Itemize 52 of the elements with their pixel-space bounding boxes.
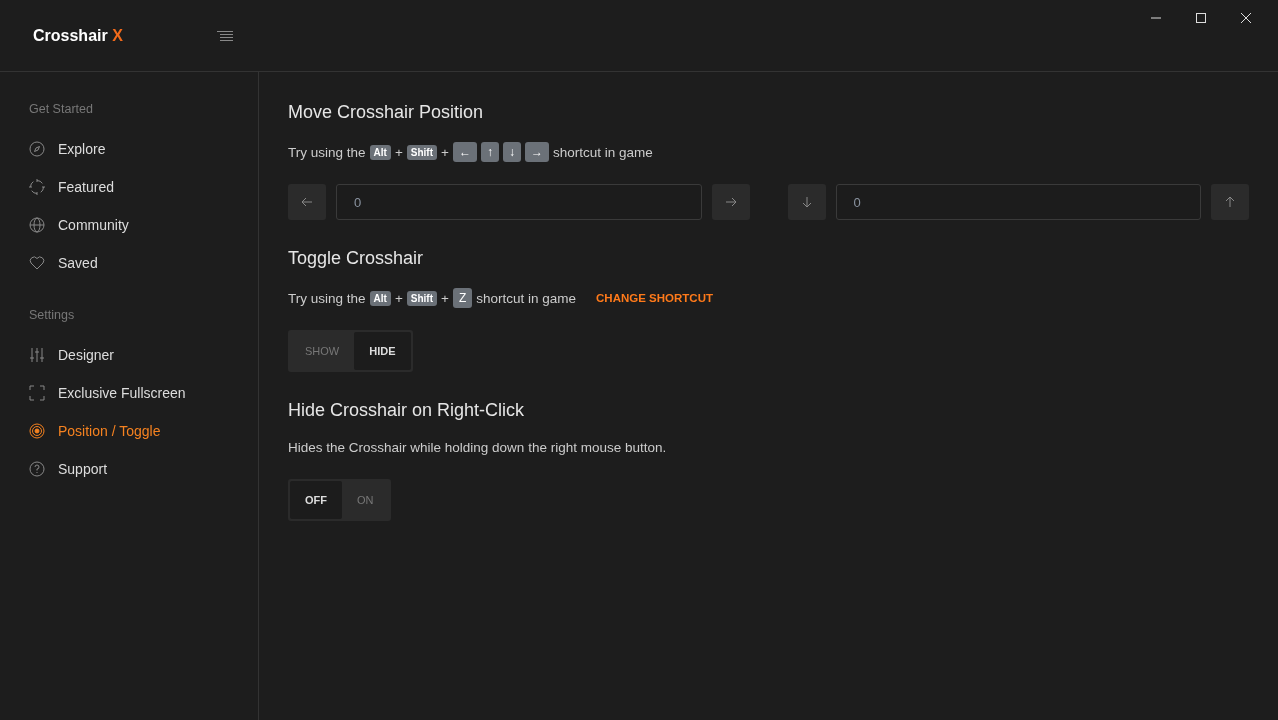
y-position-field[interactable]: 0: [835, 184, 1201, 220]
x-position-field[interactable]: 0: [336, 184, 702, 220]
sidebar-item[interactable]: Support: [0, 450, 258, 488]
arrow-down-icon: [800, 196, 813, 208]
help-icon: [29, 461, 45, 477]
frame-icon: [29, 385, 45, 401]
sidebar-item[interactable]: Community: [0, 206, 258, 244]
keyboard-key: ↑: [480, 142, 499, 162]
sidebar-item[interactable]: Position / Toggle: [0, 412, 258, 450]
description-text: Hides the Crosshair while holding down the right mouse button.: [288, 440, 668, 455]
keyboard-key: →: [524, 142, 549, 162]
hint-text: shortcut in game: [476, 290, 577, 306]
section-title: Toggle Crosshair: [288, 248, 425, 269]
globe-icon: [29, 217, 45, 233]
arrow-left-icon: [301, 196, 313, 208]
hint-text: +: [394, 290, 403, 306]
target-icon: [29, 423, 45, 439]
sidebar-item[interactable]: Designer: [0, 336, 258, 374]
close-icon[interactable]: [1240, 12, 1252, 24]
sidebar-item[interactable]: Exclusive Fullscreen: [0, 374, 258, 412]
app-logo: Crosshair X: [33, 26, 123, 45]
hint-text: +: [394, 144, 403, 160]
section-title: Move Crosshair Position: [288, 102, 485, 123]
keyboard-key: Alt: [369, 144, 391, 160]
hint-text: Try using the: [288, 290, 366, 306]
toggle-option[interactable]: OFF: [290, 481, 342, 519]
compass-icon: [29, 141, 45, 157]
keyboard-key: Z: [452, 288, 473, 308]
sidebar-item[interactable]: Explore: [0, 130, 258, 168]
keyboard-key: Alt: [369, 290, 391, 306]
keyboard-key: Shift: [406, 290, 437, 306]
change-shortcut-link[interactable]: CHANGE SHORTCUT: [596, 292, 713, 304]
hint-text: shortcut in game: [552, 144, 653, 160]
sidebar-item[interactable]: Saved: [0, 244, 258, 282]
arrow-up-icon: [1224, 196, 1236, 208]
keyboard-key: ←: [452, 142, 477, 162]
hint-text: Try using the: [288, 144, 366, 160]
arrow-right-icon: [724, 196, 737, 208]
toggle-option[interactable]: HIDE: [354, 332, 411, 370]
hint-text: +: [441, 290, 449, 306]
hint-text: +: [441, 144, 449, 160]
maximize-icon[interactable]: [1195, 12, 1207, 24]
sidebar-heading: Get Started: [28, 102, 94, 116]
crosshair-icon: [29, 179, 45, 195]
heart-icon: [29, 255, 45, 271]
section-title: Hide Crosshair on Right-Click: [288, 400, 526, 421]
keyboard-key: ↓: [502, 142, 521, 162]
keyboard-key: Shift: [406, 144, 437, 160]
menu-icon[interactable]: [217, 30, 233, 41]
sidebar-heading: Settings: [28, 308, 76, 322]
sidebar-item[interactable]: Featured: [0, 168, 258, 206]
sliders-icon: [29, 347, 45, 363]
